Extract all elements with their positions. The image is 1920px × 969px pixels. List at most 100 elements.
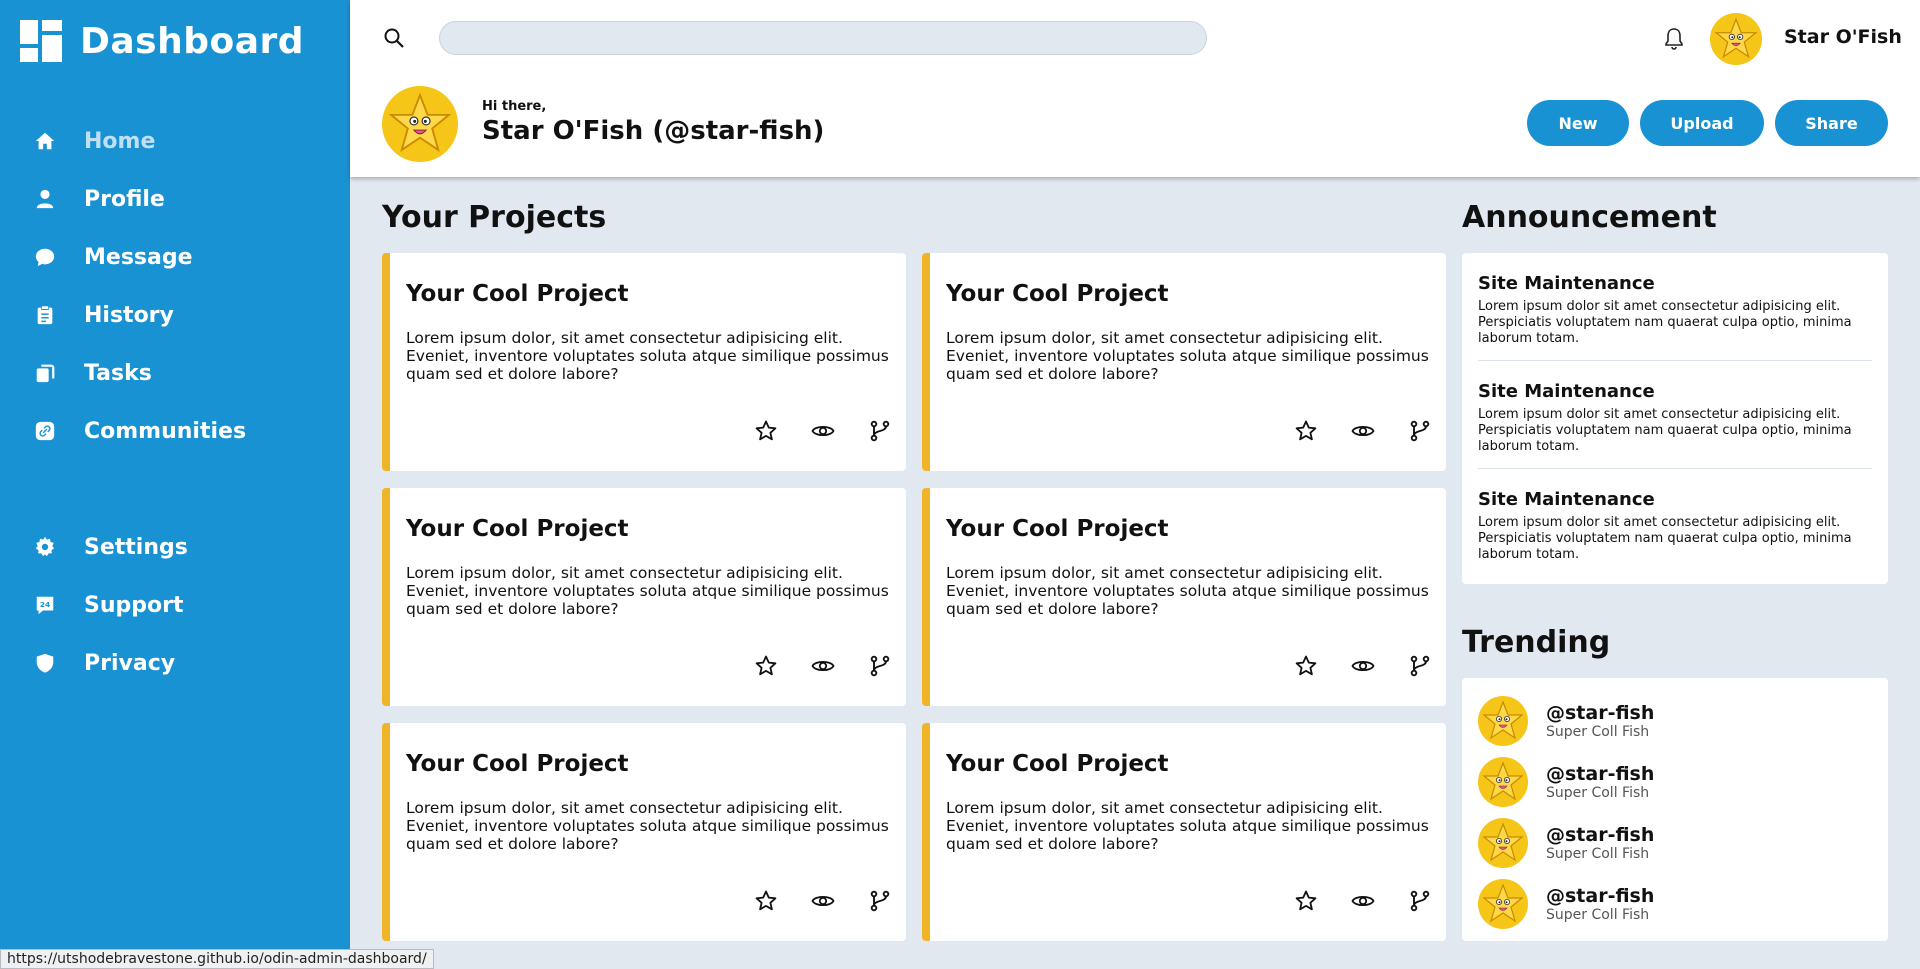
greeting-text: Hi there, bbox=[482, 99, 547, 114]
sidebar-item-profile[interactable]: Profile bbox=[0, 170, 350, 228]
sidebar-item-label: Settings bbox=[84, 534, 188, 560]
fork-icon[interactable] bbox=[868, 889, 892, 913]
greeting-avatar bbox=[382, 86, 458, 162]
project-card-description: Lorem ipsum dolor, sit amet consectetur … bbox=[946, 799, 1429, 853]
announcement-item-body: Lorem ipsum dolor sit amet consectetur a… bbox=[1478, 407, 1852, 454]
eye-icon[interactable] bbox=[1351, 654, 1375, 678]
search-input[interactable] bbox=[439, 21, 1207, 55]
chat-icon bbox=[34, 246, 56, 268]
announcement-item: Site Maintenance Lorem ipsum dolor sit a… bbox=[1478, 253, 1872, 361]
gear-icon bbox=[34, 536, 56, 558]
star-icon[interactable] bbox=[1294, 419, 1318, 443]
project-card-description: Lorem ipsum dolor, sit amet consectetur … bbox=[406, 799, 889, 853]
star-icon[interactable] bbox=[754, 889, 778, 913]
project-card[interactable]: Your Cool Project Lorem ipsum dolor, sit … bbox=[922, 488, 1446, 706]
trending-handle: @star-fish bbox=[1546, 762, 1655, 785]
nav-spacer bbox=[0, 460, 350, 518]
eye-icon[interactable] bbox=[1351, 889, 1375, 913]
header: Star O'Fish Hi there, Star O'Fish (@star… bbox=[350, 0, 1920, 177]
trending-subtitle: Super Coll Fish bbox=[1546, 845, 1650, 862]
project-card-title: Your Cool Project bbox=[946, 281, 1169, 307]
header-user-name[interactable]: Star O'Fish bbox=[1784, 26, 1902, 48]
announcement-item: Site Maintenance Lorem ipsum dolor sit a… bbox=[1478, 469, 1872, 577]
trending-item[interactable]: @star-fish Super Coll Fish bbox=[1478, 873, 1872, 934]
announcement-item: Site Maintenance Lorem ipsum dolor sit a… bbox=[1478, 361, 1872, 469]
announcement-panel: Site Maintenance Lorem ipsum dolor sit a… bbox=[1462, 253, 1888, 584]
sidebar-nav: Home Profile Message History Tasks Commu… bbox=[0, 112, 350, 692]
sidebar-item-label: History bbox=[84, 302, 174, 328]
greeting-name: Star O'Fish (@star-fish) bbox=[482, 116, 825, 146]
project-card-description: Lorem ipsum dolor, sit amet consectetur … bbox=[406, 329, 889, 383]
trending-handle: @star-fish bbox=[1546, 701, 1655, 724]
project-card[interactable]: Your Cool Project Lorem ipsum dolor, sit … bbox=[382, 488, 906, 706]
sidebar-item-label: Profile bbox=[84, 186, 165, 212]
trending-item[interactable]: @star-fish Super Coll Fish bbox=[1478, 812, 1872, 873]
brand-title: Dashboard bbox=[80, 20, 305, 62]
eye-icon[interactable] bbox=[1351, 419, 1375, 443]
announcement-title: Announcement bbox=[1462, 200, 1717, 235]
project-card-actions bbox=[1294, 419, 1432, 443]
project-card-description: Lorem ipsum dolor, sit amet consectetur … bbox=[946, 329, 1429, 383]
trending-item[interactable]: @star-fish Super Coll Fish bbox=[1478, 690, 1872, 751]
new-button[interactable]: New bbox=[1527, 100, 1629, 146]
project-card-title: Your Cool Project bbox=[406, 281, 629, 307]
user-icon bbox=[34, 188, 56, 210]
fork-icon[interactable] bbox=[1408, 654, 1432, 678]
sidebar-item-label: Message bbox=[84, 244, 193, 270]
project-card-actions bbox=[754, 654, 892, 678]
fork-icon[interactable] bbox=[868, 654, 892, 678]
trending-subtitle: Super Coll Fish bbox=[1546, 784, 1650, 801]
announcement-item-body: Lorem ipsum dolor sit amet consectetur a… bbox=[1478, 299, 1852, 346]
sidebar-item-home[interactable]: Home bbox=[0, 112, 350, 170]
avatar[interactable] bbox=[1710, 13, 1762, 65]
project-card-actions bbox=[1294, 654, 1432, 678]
star-icon[interactable] bbox=[1294, 654, 1318, 678]
share-button[interactable]: Share bbox=[1775, 100, 1888, 146]
project-card-actions bbox=[754, 889, 892, 913]
brand[interactable]: Dashboard bbox=[0, 0, 350, 82]
eye-icon[interactable] bbox=[811, 889, 835, 913]
sidebar-item-label: Privacy bbox=[84, 650, 176, 676]
project-card-title: Your Cool Project bbox=[946, 751, 1169, 777]
star-icon[interactable] bbox=[754, 419, 778, 443]
upload-button[interactable]: Upload bbox=[1640, 100, 1764, 146]
status-bar-url: https://utshodebravestone.github.io/odin… bbox=[0, 949, 434, 969]
sidebar-item-settings[interactable]: Settings bbox=[0, 518, 350, 576]
trending-item[interactable]: @star-fish Super Coll Fish bbox=[1478, 751, 1872, 812]
avatar bbox=[1478, 818, 1528, 868]
clipboard-icon bbox=[34, 304, 56, 326]
sidebar-item-privacy[interactable]: Privacy bbox=[0, 634, 350, 692]
sidebar-item-message[interactable]: Message bbox=[0, 228, 350, 286]
project-card[interactable]: Your Cool Project Lorem ipsum dolor, sit … bbox=[382, 253, 906, 471]
sidebar-item-label: Home bbox=[84, 128, 156, 154]
star-icon[interactable] bbox=[754, 654, 778, 678]
star-icon[interactable] bbox=[1294, 889, 1318, 913]
support-24-icon: 24 bbox=[34, 594, 56, 616]
project-card[interactable]: Your Cool Project Lorem ipsum dolor, sit … bbox=[382, 723, 906, 941]
project-card[interactable]: Your Cool Project Lorem ipsum dolor, sit … bbox=[922, 723, 1446, 941]
sidebar-item-tasks[interactable]: Tasks bbox=[0, 344, 350, 402]
svg-text:24: 24 bbox=[40, 600, 50, 609]
project-card-actions bbox=[754, 419, 892, 443]
projects-title: Your Projects bbox=[382, 200, 607, 235]
project-card[interactable]: Your Cool Project Lorem ipsum dolor, sit … bbox=[922, 253, 1446, 471]
bell-icon[interactable] bbox=[1662, 26, 1686, 52]
fork-icon[interactable] bbox=[1408, 419, 1432, 443]
announcement-item-title: Site Maintenance bbox=[1478, 381, 1655, 402]
sidebar-item-label: Communities bbox=[84, 418, 247, 444]
project-card-description: Lorem ipsum dolor, sit amet consectetur … bbox=[406, 564, 889, 618]
sidebar-item-label: Support bbox=[84, 592, 184, 618]
project-card-title: Your Cool Project bbox=[946, 516, 1169, 542]
fork-icon[interactable] bbox=[1408, 889, 1432, 913]
home-icon bbox=[34, 130, 56, 152]
sidebar-item-communities[interactable]: Communities bbox=[0, 402, 350, 460]
search-icon[interactable] bbox=[382, 26, 406, 50]
avatar bbox=[1478, 757, 1528, 807]
project-card-description: Lorem ipsum dolor, sit amet consectetur … bbox=[946, 564, 1429, 618]
project-card-title: Your Cool Project bbox=[406, 516, 629, 542]
eye-icon[interactable] bbox=[811, 419, 835, 443]
sidebar-item-history[interactable]: History bbox=[0, 286, 350, 344]
eye-icon[interactable] bbox=[811, 654, 835, 678]
sidebar-item-support[interactable]: 24 Support bbox=[0, 576, 350, 634]
fork-icon[interactable] bbox=[868, 419, 892, 443]
